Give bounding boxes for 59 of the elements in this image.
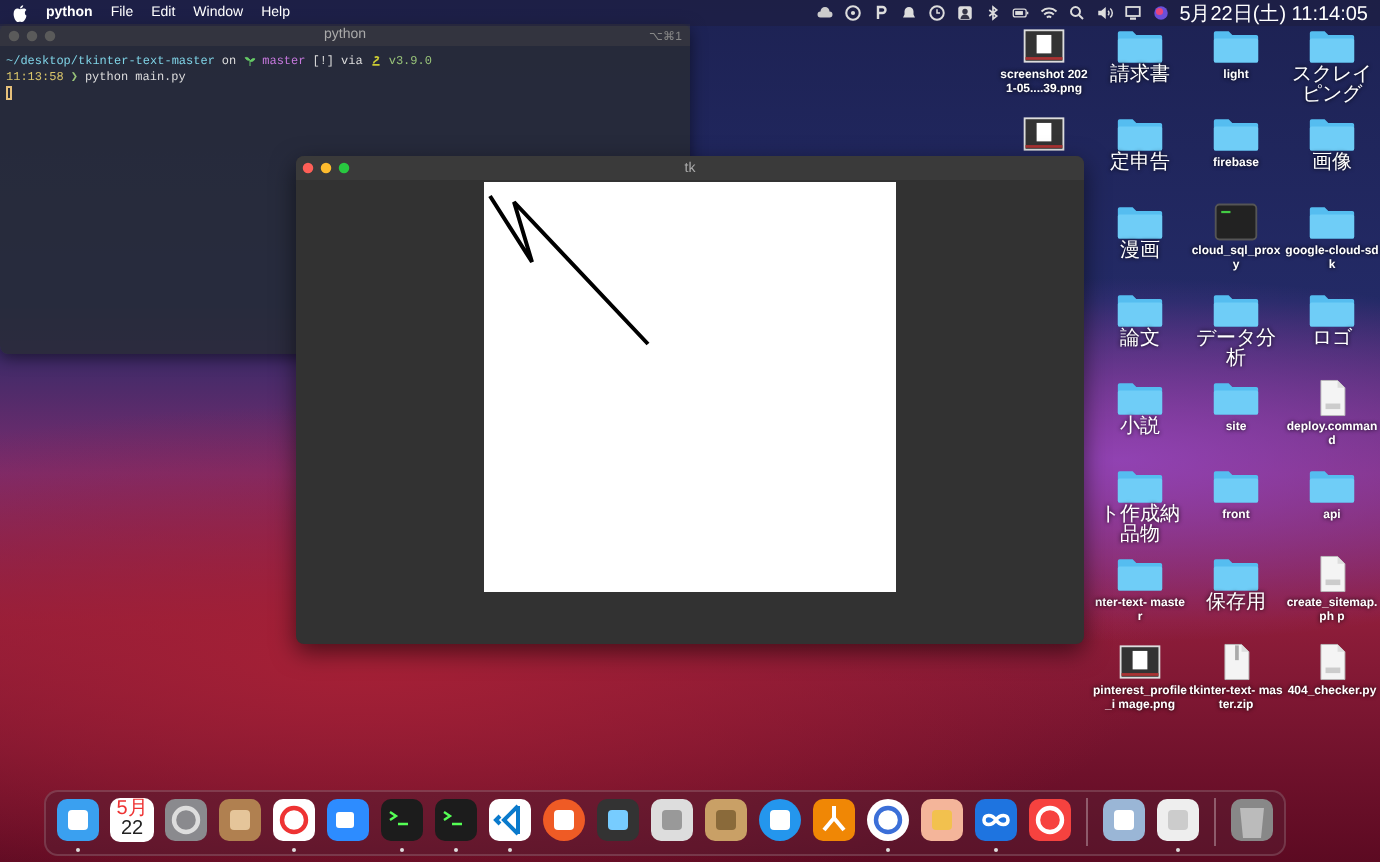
- calendar-month: 5月: [116, 800, 148, 820]
- calendar-day: 22: [120, 820, 144, 840]
- battery-icon[interactable]: [1011, 4, 1030, 22]
- cloud-icon[interactable]: [815, 4, 834, 22]
- file-name: スクレイピング: [1290, 66, 1374, 106]
- document-icon[interactable]: [1156, 798, 1200, 852]
- siri-icon[interactable]: [1151, 4, 1170, 22]
- file-name: 小説: [1118, 418, 1162, 438]
- speaker-icon[interactable]: [1095, 4, 1114, 22]
- folder-icon[interactable]: [1212, 290, 1260, 330]
- infinity-icon[interactable]: [974, 798, 1018, 852]
- folder-icon[interactable]: [1308, 26, 1356, 66]
- code-editor-icon[interactable]: [488, 798, 532, 852]
- folder-icon[interactable]: [1308, 202, 1356, 242]
- file-name: ト作成納品物: [1098, 506, 1182, 546]
- file-name: 画像: [1310, 154, 1354, 174]
- bell-icon[interactable]: [899, 4, 918, 22]
- folder-icon[interactable]: [1212, 554, 1260, 594]
- apple-icon[interactable]: [12, 3, 28, 23]
- folder-icon[interactable]: [1308, 466, 1356, 506]
- minimize-button[interactable]: [320, 162, 332, 174]
- file-name: 漫画: [1118, 242, 1162, 262]
- ring-icon[interactable]: [866, 798, 910, 852]
- text-cursor: [6, 86, 12, 100]
- display-icon[interactable]: [1123, 4, 1142, 22]
- folder-icon[interactable]: [1116, 554, 1164, 594]
- terminal-icon[interactable]: [380, 798, 424, 852]
- p-logo-icon[interactable]: [871, 4, 890, 22]
- close-button[interactable]: [302, 162, 314, 174]
- search-icon[interactable]: [1067, 4, 1086, 22]
- folder-icon[interactable]: [1212, 466, 1260, 506]
- folder-icon[interactable]: [1116, 114, 1164, 154]
- wifi-icon[interactable]: [1039, 4, 1058, 22]
- compass-icon[interactable]: [843, 4, 862, 22]
- folder-icon[interactable]: [1116, 290, 1164, 330]
- image-thumbnail-icon[interactable]: [1020, 26, 1068, 66]
- file-name: データ分析: [1194, 330, 1278, 370]
- zoom-button[interactable]: [338, 162, 350, 174]
- folder-icon[interactable]: [1116, 466, 1164, 506]
- file-name: 定申告: [1108, 154, 1172, 174]
- folder-icon[interactable]: [1116, 378, 1164, 418]
- file-name: 保存用: [1204, 594, 1268, 614]
- folder-icon[interactable]: [1212, 114, 1260, 154]
- file-name: 請求書: [1108, 66, 1172, 86]
- folder-icon[interactable]: [1212, 26, 1260, 66]
- folder-icon[interactable]: [1308, 290, 1356, 330]
- terminal-icon[interactable]: [434, 798, 478, 852]
- person-icon[interactable]: [955, 4, 974, 22]
- image-thumbnail-icon[interactable]: [1020, 114, 1068, 154]
- image-thumbnail-icon[interactable]: [1116, 642, 1164, 682]
- sprout-icon: [243, 54, 256, 66]
- bluetooth-icon[interactable]: [983, 4, 1002, 22]
- folder-icon[interactable]: [1308, 114, 1356, 154]
- folder-icon[interactable]: [1212, 378, 1260, 418]
- folder-icon[interactable]: [1116, 26, 1164, 66]
- menu-bar-clock[interactable]: 5月22日(土) 11:14:05: [1179, 0, 1368, 27]
- folder-icon[interactable]: [1116, 202, 1164, 242]
- file-name: ロゴ: [1310, 330, 1354, 350]
- file-name: 論文: [1118, 330, 1162, 350]
